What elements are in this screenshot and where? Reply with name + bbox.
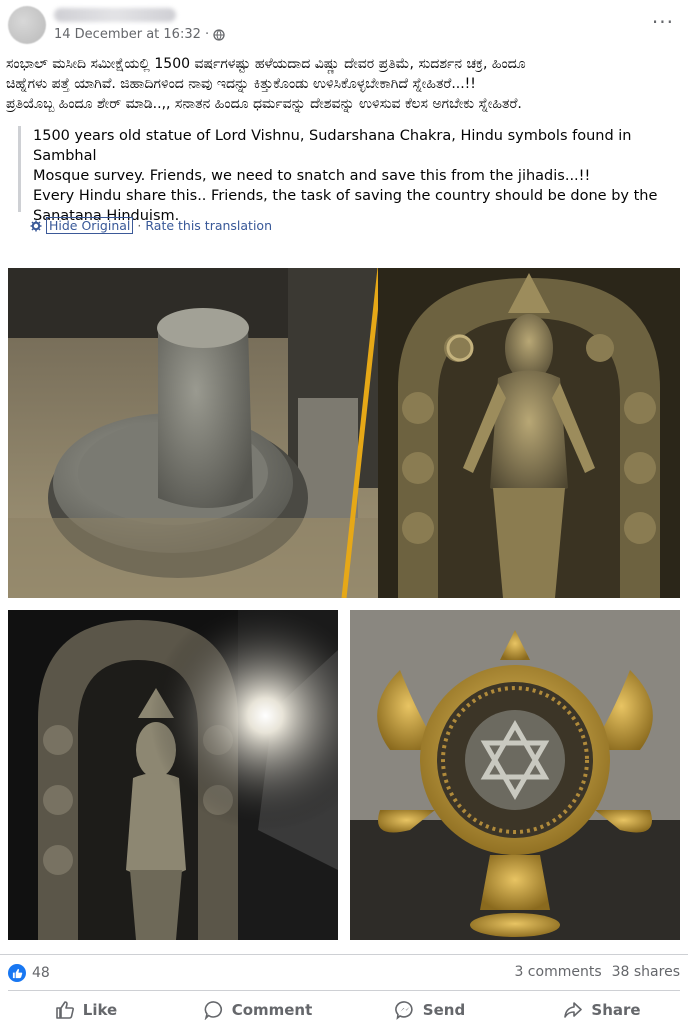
post-body: ಸಂಭಾಲ್ ಮಸೀದಿ ಸಮೀಕ್ಷೆಯಲ್ಲಿ 1500 ವರ್ಷಗಳಷ್ಟ…: [6, 54, 682, 114]
share-arrow-icon: [564, 1002, 583, 1018]
divider: [8, 990, 680, 991]
globe-icon: [213, 28, 225, 41]
like-label: Like: [82, 1001, 118, 1019]
post-actions: Like Comment Send Share: [0, 996, 688, 1024]
like-reaction-icon: [8, 964, 26, 982]
photo-vishnu-night[interactable]: [8, 610, 338, 940]
author-avatar[interactable]: [8, 6, 46, 44]
author-name-redacted[interactable]: [54, 8, 176, 22]
send-button[interactable]: Send: [344, 996, 516, 1024]
translation-controls: Hide Original · Rate this translation: [30, 217, 272, 234]
thumbs-up-icon: [55, 1001, 74, 1019]
comment-icon: [204, 1001, 222, 1020]
rate-translation-link[interactable]: Rate this translation: [145, 218, 272, 233]
translation-block: 1500 years old statue of Lord Vishnu, Su…: [18, 126, 678, 224]
post-meta: 14 December at 16:32 ·: [54, 27, 225, 42]
chakra-image: [350, 610, 680, 940]
like-count: 48: [32, 965, 50, 981]
gear-icon[interactable]: [30, 220, 42, 232]
vishnu-statue-image: [378, 268, 680, 598]
more-options-button[interactable]: ···: [652, 12, 674, 32]
hide-original-link[interactable]: Hide Original: [46, 217, 134, 234]
photo-vishnu-gold[interactable]: [378, 268, 680, 598]
separator-dot: ·: [137, 218, 142, 233]
reaction-summary[interactable]: 48: [8, 964, 50, 982]
messenger-icon: [394, 1001, 413, 1020]
comment-button[interactable]: Comment: [172, 996, 344, 1024]
photo-sudarshana-chakra[interactable]: [350, 610, 680, 940]
share-button[interactable]: Share: [516, 996, 688, 1024]
post-text-line: ಚಿಹ್ನೆಗಳು ಪತ್ತೆ ಯಾಗಿವೆ. ಜಿಹಾದಿಗಳಿಂದ ನಾವು…: [6, 76, 476, 92]
divider: [0, 954, 688, 955]
translation-line: Every Hindu share this.. Friends, the ta…: [33, 188, 658, 204]
translation-line: Mosque survey. Friends, we need to snatc…: [33, 168, 591, 184]
comments-count-link[interactable]: 3 comments: [514, 964, 601, 980]
post-text-line: ಪ್ರತಿಯೊಬ್ಬ ಹಿಂದೂ ಶೇರ್ ಮಾಡಿ..,, ಸನಾತನ ಹಿಂ…: [6, 96, 522, 112]
send-label: Send: [422, 1001, 466, 1019]
share-label: Share: [591, 1001, 641, 1019]
translation-line: 1500 years old statue of Lord Vishnu, Su…: [33, 128, 632, 164]
engagement-stats: 3 comments 38 shares: [514, 964, 680, 980]
shivling-image: [8, 268, 380, 598]
like-button[interactable]: Like: [0, 996, 172, 1024]
photo-shivling[interactable]: [8, 268, 380, 598]
post-timestamp[interactable]: 14 December at 16:32 ·: [54, 27, 209, 42]
post-text-line: ಸಂಭಾಲ್ ಮಸೀದಿ ಸಮೀಕ್ಷೆಯಲ್ಲಿ 1500 ವರ್ಷಗಳಷ್ಟ…: [6, 56, 526, 72]
comment-label: Comment: [231, 1001, 313, 1019]
vishnu-night-image: [8, 610, 338, 940]
shares-count-link[interactable]: 38 shares: [612, 964, 680, 980]
post-header: 14 December at 16:32 · ···: [0, 0, 688, 50]
